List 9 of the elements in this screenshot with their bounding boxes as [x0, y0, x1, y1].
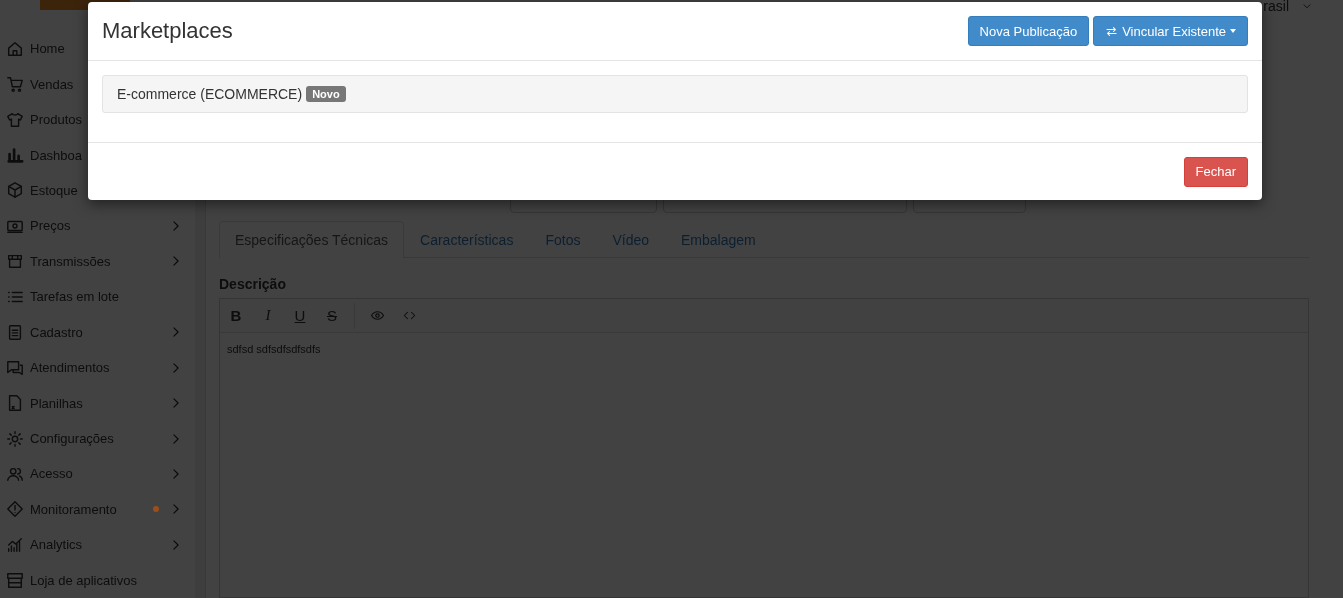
- caret-icon: [1230, 29, 1236, 33]
- swap-arrows-icon: [1105, 24, 1119, 38]
- marketplace-name: E-commerce (ECOMMERCE): [117, 86, 303, 102]
- button[interactable]: Nova Publicação: [967, 16, 1090, 46]
- modal-title: Marketplaces: [102, 18, 233, 44]
- close-button[interactable]: Fechar: [1183, 156, 1248, 187]
- dropdown-button[interactable]: Vincular Existente: [1093, 16, 1248, 46]
- status-badge: Novo: [306, 86, 346, 102]
- marketplace-item[interactable]: E-commerce (ECOMMERCE) Novo: [102, 75, 1248, 113]
